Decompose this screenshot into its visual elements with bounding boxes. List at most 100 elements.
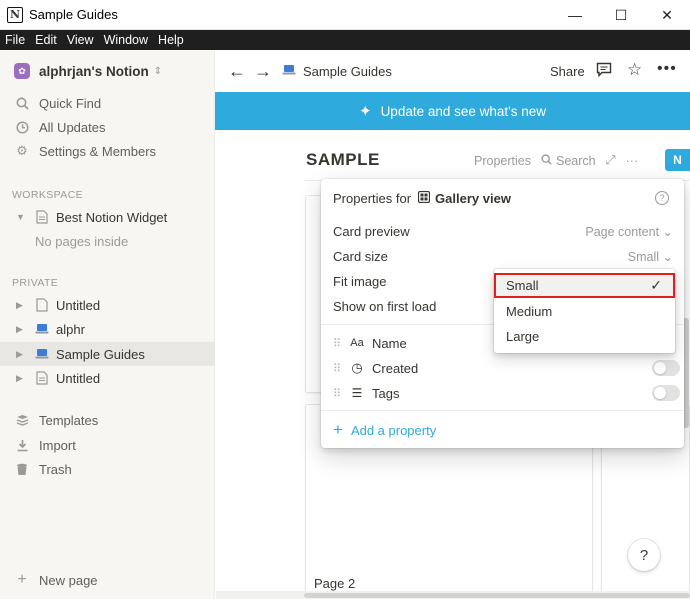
sidebar-page-sample-guides[interactable]: ▶ Sample Guides bbox=[0, 342, 215, 366]
property-label: Tags bbox=[372, 385, 400, 401]
page-icon bbox=[34, 209, 50, 225]
expand-icon[interactable]: ⤢ bbox=[606, 153, 616, 168]
database-title[interactable]: SAMPLE bbox=[306, 150, 380, 170]
list-icon: ☰ bbox=[351, 386, 363, 400]
divider bbox=[321, 410, 684, 411]
sidebar-item-templates[interactable]: Templates bbox=[0, 408, 215, 432]
card-size-value[interactable]: Small ⌄ bbox=[628, 249, 673, 264]
page-icon bbox=[34, 297, 50, 313]
size-option-large[interactable]: Large bbox=[494, 324, 675, 349]
triangle-down-icon[interactable]: ▼ bbox=[16, 212, 26, 222]
share-button[interactable]: Share bbox=[550, 64, 585, 79]
sidebar-item-all-updates[interactable]: All Updates bbox=[0, 115, 215, 139]
window-titlebar: N Sample Guides — ☐ ✕ bbox=[0, 0, 690, 30]
trash-icon bbox=[14, 461, 30, 477]
menu-bar: File Edit View Window Help bbox=[0, 30, 690, 50]
search-icon[interactable] bbox=[541, 153, 552, 168]
more-icon[interactable]: ··· bbox=[626, 154, 639, 168]
page-topbar: ← → Sample Guides Share ☆ ••• bbox=[216, 50, 690, 92]
property-row-tags[interactable]: ⠿ ☰ Tags bbox=[333, 381, 680, 405]
notion-app-icon: N bbox=[7, 6, 23, 23]
size-option-small[interactable]: Small ✓ bbox=[494, 273, 675, 298]
drag-handle-icon[interactable]: ⠿ bbox=[333, 362, 343, 375]
update-banner[interactable]: ✦ Update and see what's new bbox=[215, 92, 690, 130]
scrollbar-thumb[interactable] bbox=[304, 593, 690, 598]
option-label: Medium bbox=[506, 304, 553, 319]
plus-icon: + bbox=[333, 420, 343, 439]
sidebar-item-label: Quick Find bbox=[39, 95, 102, 111]
sidebar-item-import[interactable]: Import bbox=[0, 433, 215, 457]
laptop-icon bbox=[34, 346, 50, 362]
card-title: Page 2 bbox=[314, 576, 356, 591]
menu-file[interactable]: File bbox=[0, 33, 30, 47]
minimize-button[interactable]: — bbox=[552, 0, 598, 30]
workspace-section-label: WORKSPACE bbox=[12, 189, 84, 201]
breadcrumb[interactable]: Sample Guides bbox=[303, 64, 392, 79]
drag-handle-icon[interactable]: ⠿ bbox=[333, 387, 343, 400]
menu-window[interactable]: Window bbox=[99, 33, 153, 47]
triangle-right-icon[interactable]: ▶ bbox=[16, 373, 26, 384]
search-icon bbox=[14, 95, 30, 111]
triangle-right-icon[interactable]: ▶ bbox=[16, 324, 26, 335]
new-page-button[interactable]: + New page bbox=[0, 568, 215, 592]
properties-button[interactable]: Properties bbox=[474, 154, 531, 168]
sparkle-icon: ✦ bbox=[358, 103, 372, 120]
sidebar-page-label: alphr bbox=[56, 321, 85, 337]
popup-header: Properties for Gallery view bbox=[333, 190, 511, 206]
sidebar-page-best-notion-widget[interactable]: ▼ Best Notion Widget bbox=[0, 205, 215, 229]
menu-edit[interactable]: Edit bbox=[30, 33, 62, 47]
size-option-medium[interactable]: Medium bbox=[494, 299, 675, 324]
back-arrow-icon[interactable]: ← bbox=[228, 61, 246, 82]
card-preview-value[interactable]: Page content ⌄ bbox=[585, 224, 673, 239]
more-icon[interactable]: ••• bbox=[657, 60, 677, 78]
search-button[interactable]: Search bbox=[556, 154, 596, 168]
add-property-button[interactable]: + Add a property bbox=[333, 420, 436, 440]
checkmark-icon: ✓ bbox=[650, 277, 662, 293]
sidebar-item-quick-find[interactable]: Quick Find bbox=[0, 91, 215, 115]
option-label: Card size bbox=[333, 248, 388, 264]
sidebar-page-alphr[interactable]: ▶ alphr bbox=[0, 317, 215, 341]
option-label: Small bbox=[506, 278, 539, 293]
card-preview-option[interactable]: Card preview Page content ⌄ bbox=[333, 220, 673, 242]
no-pages-text: No pages inside bbox=[35, 234, 129, 249]
gallery-icon bbox=[417, 190, 431, 206]
help-button[interactable]: ? bbox=[628, 539, 660, 571]
sidebar-page-label: Best Notion Widget bbox=[56, 209, 168, 225]
sidebar-item-label: Trash bbox=[39, 461, 72, 477]
sidebar-item-settings[interactable]: ⚙ Settings & Members bbox=[0, 139, 215, 163]
workspace-switcher[interactable]: ✿ alphrjan's Notion ⇕ bbox=[0, 58, 215, 84]
triangle-right-icon[interactable]: ▶ bbox=[16, 300, 26, 311]
laptop-icon bbox=[282, 64, 296, 79]
sidebar-item-trash[interactable]: Trash bbox=[0, 457, 215, 481]
sidebar-page-untitled-2[interactable]: ▶ Untitled bbox=[0, 366, 215, 390]
page-icon bbox=[34, 370, 50, 386]
sidebar-page-label: Untitled bbox=[56, 370, 101, 386]
menu-view[interactable]: View bbox=[62, 33, 99, 47]
templates-icon bbox=[14, 412, 30, 428]
property-label: Created bbox=[372, 360, 419, 376]
sidebar-item-label: Import bbox=[39, 437, 76, 453]
drag-handle-icon[interactable]: ⠿ bbox=[333, 337, 343, 350]
triangle-right-icon[interactable]: ▶ bbox=[16, 349, 26, 360]
sidebar-item-label: Settings & Members bbox=[39, 143, 157, 159]
menu-help[interactable]: Help bbox=[153, 33, 189, 47]
created-visibility-toggle[interactable] bbox=[652, 360, 680, 376]
maximize-button[interactable]: ☐ bbox=[598, 0, 644, 30]
tags-visibility-toggle[interactable] bbox=[652, 385, 680, 401]
close-button[interactable]: ✕ bbox=[644, 0, 690, 30]
property-row-created[interactable]: ⠿ ◷ Created bbox=[333, 356, 680, 380]
star-icon[interactable]: ☆ bbox=[627, 60, 642, 80]
help-icon[interactable]: ? bbox=[655, 191, 669, 205]
clock-icon: ◷ bbox=[351, 360, 363, 375]
new-page-label: New page bbox=[39, 572, 98, 588]
add-property-label: Add a property bbox=[350, 422, 437, 438]
sidebar-page-untitled[interactable]: ▶ Untitled bbox=[0, 293, 215, 317]
sidebar-item-label: All Updates bbox=[39, 119, 106, 135]
laptop-icon bbox=[34, 321, 50, 337]
view-name: Gallery view bbox=[435, 191, 511, 206]
comment-icon[interactable] bbox=[596, 62, 612, 81]
forward-arrow-icon[interactable]: → bbox=[254, 61, 272, 82]
horizontal-scrollbar[interactable] bbox=[216, 591, 690, 599]
card-size-option[interactable]: Card size Small ⌄ bbox=[333, 245, 673, 267]
new-button[interactable]: N bbox=[665, 149, 690, 171]
